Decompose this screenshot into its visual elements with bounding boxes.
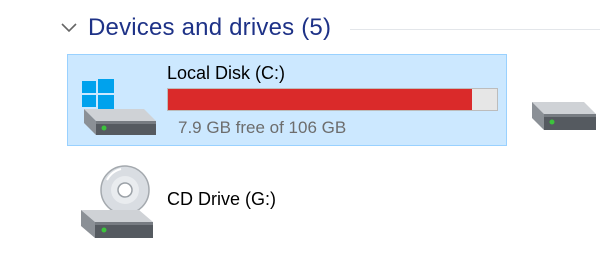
optical-disc-icon	[100, 165, 150, 215]
group-divider	[350, 29, 600, 30]
cd-drive-icon	[73, 164, 165, 244]
capacity-bar	[167, 88, 498, 111]
hard-drive-icon	[84, 109, 156, 135]
drive-name: Local Disk (C:)	[167, 63, 286, 83]
group-title: Devices and drives (5)	[88, 14, 332, 41]
windows-logo-icon	[82, 79, 114, 109]
drive-tile-local-disk[interactable]: Local Disk (C:) 7.9 GB free of 106 GB	[67, 54, 507, 146]
drive-tile-cd-drive[interactable]: CD Drive (G:)	[67, 160, 505, 246]
capacity-bar-fill	[168, 89, 473, 110]
drive-tile-partial[interactable]	[518, 84, 600, 144]
drive-name: CD Drive (G:)	[167, 189, 276, 209]
chevron-down-icon[interactable]	[60, 19, 78, 37]
local-disk-icon	[74, 75, 162, 141]
drive-icon	[81, 210, 153, 238]
drive-free-space: 7.9 GB free of 106 GB	[178, 118, 347, 137]
hard-drive-icon	[524, 92, 600, 144]
devices-and-drives-group-header[interactable]: Devices and drives (5)	[60, 8, 331, 48]
